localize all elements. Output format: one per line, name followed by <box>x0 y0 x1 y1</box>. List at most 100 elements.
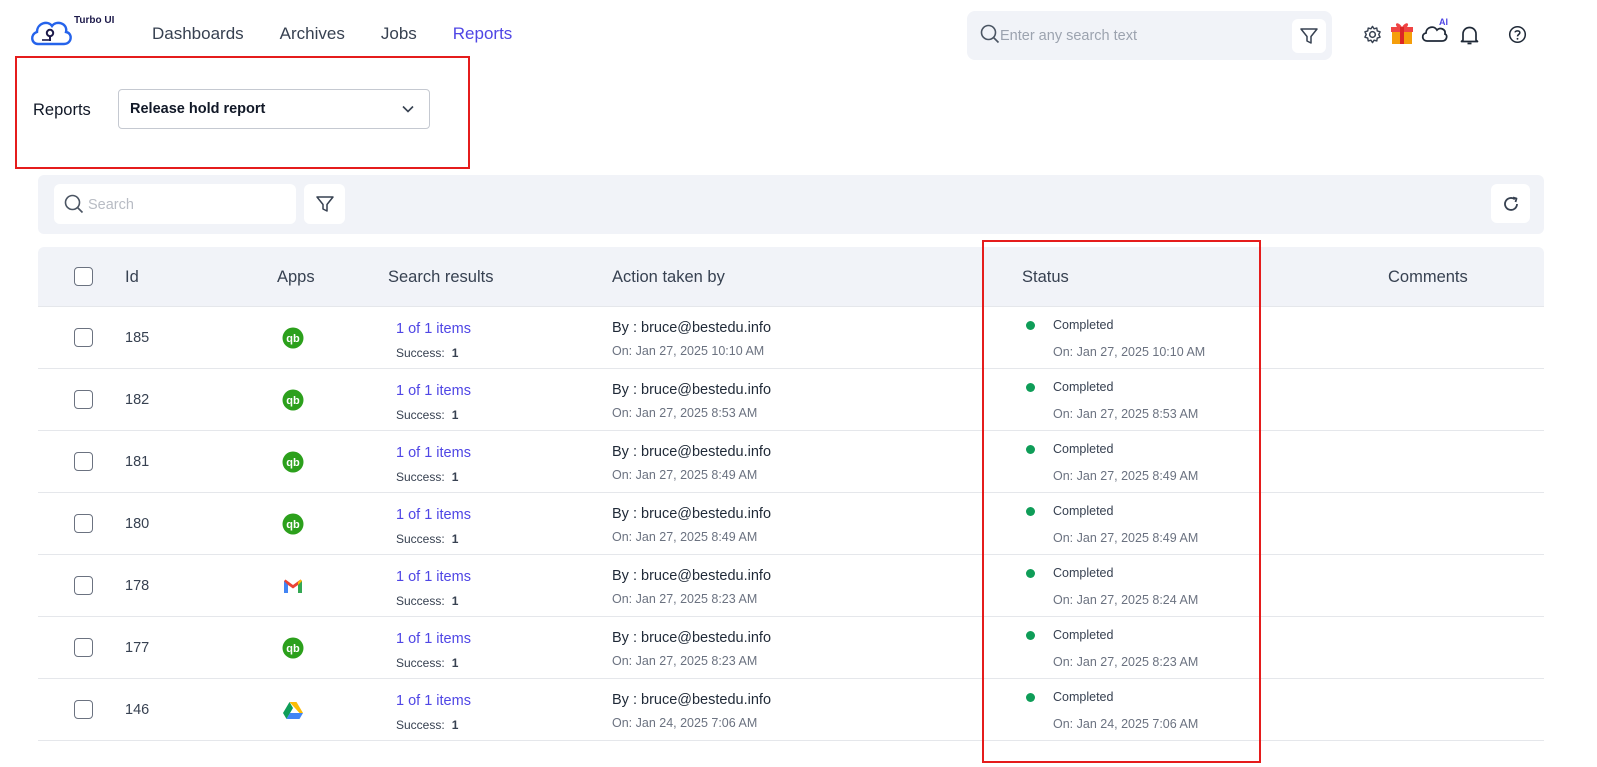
reports-table: Id Apps Search results Action taken by S… <box>38 247 1544 741</box>
table-row[interactable]: 185 qb 1 of 1 items Success: 1 By : bruce… <box>38 307 1544 369</box>
nav-dashboards[interactable]: Dashboards <box>152 24 244 44</box>
success-count: Success: 1 <box>396 346 459 360</box>
app-logo[interactable]: Turbo UI <box>28 12 123 52</box>
status-text: Completed <box>1053 690 1114 704</box>
notifications-button[interactable] <box>1459 24 1479 46</box>
svg-text:qb: qb <box>286 457 300 469</box>
nav-reports[interactable]: Reports <box>453 24 513 44</box>
action-on: On: Jan 27, 2025 8:53 AM <box>612 406 758 420</box>
search-results-link[interactable]: 1 of 1 items <box>396 569 471 585</box>
svg-text:qb: qb <box>286 519 300 531</box>
table-row[interactable]: 146 1 of 1 items Success: 1 By : bruce@be… <box>38 679 1544 741</box>
bell-icon <box>1460 26 1478 44</box>
status-dot <box>1026 383 1035 392</box>
row-id: 180 <box>125 516 150 532</box>
column-action-taken-by[interactable]: Action taken by <box>612 268 725 287</box>
row-id: 182 <box>125 392 150 408</box>
status-dot <box>1026 445 1035 454</box>
search-results-link[interactable]: 1 of 1 items <box>396 321 471 337</box>
status-timestamp: On: Jan 27, 2025 8:24 AM <box>1053 593 1199 607</box>
row-id: 181 <box>125 454 150 470</box>
quickbooks-icon: qb <box>282 637 304 659</box>
global-search <box>967 11 1332 60</box>
help-button[interactable] <box>1507 24 1527 44</box>
row-checkbox[interactable] <box>74 328 93 347</box>
row-id: 178 <box>125 578 150 594</box>
column-comments[interactable]: Comments <box>1388 268 1468 287</box>
search-results-link[interactable]: 1 of 1 items <box>396 383 471 399</box>
global-search-input[interactable] <box>1000 23 1275 49</box>
table-row[interactable]: 178 1 of 1 items Success: 1 By : bruce@be… <box>38 555 1544 617</box>
action-by: By : bruce@bestedu.info <box>612 506 772 522</box>
select-all-checkbox[interactable] <box>74 267 93 286</box>
global-filter-button[interactable] <box>1292 19 1326 53</box>
help-icon <box>1508 25 1526 43</box>
action-on: On: Jan 27, 2025 8:49 AM <box>612 530 758 544</box>
row-checkbox[interactable] <box>74 390 93 409</box>
action-by: By : bruce@bestedu.info <box>612 320 772 336</box>
logo-text: Turbo UI <box>74 15 115 26</box>
success-count: Success: 1 <box>396 718 459 732</box>
table-filter-button[interactable] <box>304 184 345 224</box>
action-on: On: Jan 27, 2025 8:23 AM <box>612 592 758 606</box>
row-checkbox[interactable] <box>74 514 93 533</box>
action-on: On: Jan 27, 2025 10:10 AM <box>612 344 765 358</box>
refresh-icon <box>1503 196 1518 211</box>
refresh-button[interactable] <box>1491 184 1530 223</box>
column-search-results[interactable]: Search results <box>388 268 493 287</box>
google-drive-icon <box>283 702 303 719</box>
status-timestamp: On: Jan 27, 2025 10:10 AM <box>1053 345 1206 359</box>
row-checkbox[interactable] <box>74 700 93 719</box>
status-timestamp: On: Jan 27, 2025 8:49 AM <box>1053 531 1199 545</box>
report-select-value: Release hold report <box>130 101 266 117</box>
table-row[interactable]: 181 qb 1 of 1 items Success: 1 By : bruce… <box>38 431 1544 493</box>
table-row[interactable]: 182 qb 1 of 1 items Success: 1 By : bruce… <box>38 369 1544 431</box>
quickbooks-icon: qb <box>282 327 304 349</box>
table-search <box>54 184 296 224</box>
status-dot <box>1026 507 1035 516</box>
quickbooks-icon: qb <box>282 389 304 411</box>
row-checkbox[interactable] <box>74 576 93 595</box>
search-results-link[interactable]: 1 of 1 items <box>396 631 471 647</box>
gift-button[interactable] <box>1389 20 1415 46</box>
column-status[interactable]: Status <box>1022 268 1069 287</box>
table-search-input[interactable] <box>88 193 284 217</box>
status-text: Completed <box>1053 442 1114 456</box>
status-text: Completed <box>1053 566 1114 580</box>
main-nav: Dashboards Archives Jobs Reports <box>152 24 548 44</box>
status-text: Completed <box>1053 380 1114 394</box>
row-id: 177 <box>125 640 150 656</box>
gmail-icon <box>284 579 302 593</box>
search-results-link[interactable]: 1 of 1 items <box>396 693 471 709</box>
table-row[interactable]: 177 qb 1 of 1 items Success: 1 By : bruce… <box>38 617 1544 679</box>
status-text: Completed <box>1053 628 1114 642</box>
table-row[interactable]: 180 qb 1 of 1 items Success: 1 By : bruce… <box>38 493 1544 555</box>
row-checkbox[interactable] <box>74 638 93 657</box>
nav-jobs[interactable]: Jobs <box>381 24 417 44</box>
reports-label: Reports <box>33 101 91 119</box>
search-results-link[interactable]: 1 of 1 items <box>396 507 471 523</box>
action-by: By : bruce@bestedu.info <box>612 568 772 584</box>
column-apps[interactable]: Apps <box>277 268 315 287</box>
nav-archives[interactable]: Archives <box>280 24 345 44</box>
filter-icon <box>1300 28 1318 44</box>
search-results-link[interactable]: 1 of 1 items <box>396 445 471 461</box>
report-type-select[interactable]: Release hold report <box>118 89 430 129</box>
status-dot <box>1026 569 1035 578</box>
status-timestamp: On: Jan 27, 2025 8:53 AM <box>1053 407 1199 421</box>
row-checkbox[interactable] <box>74 452 93 471</box>
ai-assistant-button[interactable]: AI <box>1418 17 1450 45</box>
column-id[interactable]: Id <box>125 268 139 287</box>
svg-text:qb: qb <box>286 643 300 655</box>
success-count: Success: 1 <box>396 594 459 608</box>
success-count: Success: 1 <box>396 656 459 670</box>
settings-icon <box>1363 25 1381 43</box>
action-by: By : bruce@bestedu.info <box>612 692 772 708</box>
status-timestamp: On: Jan 27, 2025 8:49 AM <box>1053 469 1199 483</box>
settings-button[interactable] <box>1362 24 1382 44</box>
action-on: On: Jan 24, 2025 7:06 AM <box>612 716 758 730</box>
svg-text:qb: qb <box>286 333 300 345</box>
success-count: Success: 1 <box>396 408 459 422</box>
cloud-logo-icon <box>31 21 72 46</box>
row-id: 146 <box>125 702 150 718</box>
